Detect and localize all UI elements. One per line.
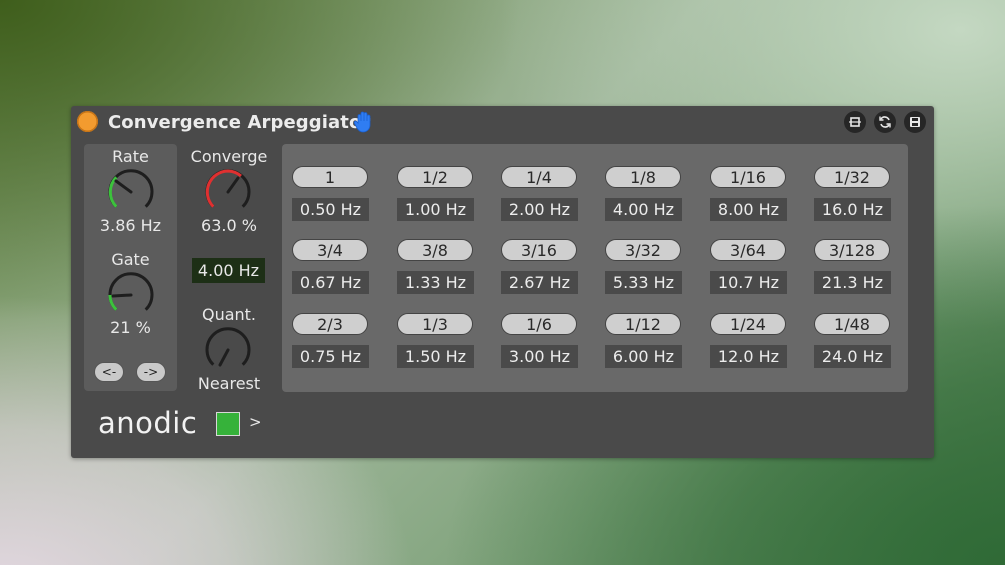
division-button[interactable]: 1/16 <box>710 166 786 188</box>
rate-label: Rate <box>112 147 149 166</box>
division-button[interactable]: 1/24 <box>710 313 786 335</box>
gate-label: Gate <box>111 250 150 269</box>
quant-value: Nearest <box>197 374 261 393</box>
next-button[interactable]: -> <box>136 362 166 382</box>
title-bar: Convergence Arpeggiator <box>71 106 934 140</box>
division-button[interactable]: 1/48 <box>814 313 890 335</box>
freeze-icon[interactable] <box>844 111 866 133</box>
division-hz-value: 12.0 Hz <box>710 345 787 368</box>
division-hz-value: 24.0 Hz <box>814 345 891 368</box>
division-hz-value: 1.50 Hz <box>397 345 474 368</box>
division-hz-value: 5.33 Hz <box>605 271 682 294</box>
division-hz-value: 1.00 Hz <box>397 198 474 221</box>
division-hz-value: 6.00 Hz <box>605 345 682 368</box>
division-button[interactable]: 1/2 <box>397 166 473 188</box>
save-icon[interactable] <box>904 111 926 133</box>
converge-label: Converge <box>190 147 268 166</box>
converge-knob[interactable] <box>204 168 252 216</box>
division-button[interactable]: 1/12 <box>605 313 681 335</box>
division-hz-value: 0.50 Hz <box>292 198 369 221</box>
anodic-logo: anodic <box>98 406 198 440</box>
device-power-button[interactable] <box>77 111 98 132</box>
division-hz-value: 10.7 Hz <box>710 271 787 294</box>
division-button[interactable]: 3/16 <box>501 239 577 261</box>
refresh-icon[interactable] <box>874 111 896 133</box>
division-button[interactable]: 2/3 <box>292 313 368 335</box>
division-hz-value: 2.00 Hz <box>501 198 578 221</box>
division-button[interactable]: 3/4 <box>292 239 368 261</box>
division-button[interactable]: 1/32 <box>814 166 890 188</box>
hand-icon[interactable] <box>353 110 375 134</box>
rate-knob[interactable] <box>107 168 155 216</box>
division-hz-value: 0.75 Hz <box>292 345 369 368</box>
converge-hz-display: 4.00 Hz <box>192 258 265 283</box>
division-button[interactable]: 1/3 <box>397 313 473 335</box>
division-button[interactable]: 3/128 <box>814 239 890 261</box>
gate-value: 21 % <box>110 318 151 337</box>
division-hz-value: 8.00 Hz <box>710 198 787 221</box>
division-button[interactable]: 1/4 <box>501 166 577 188</box>
division-button[interactable]: 1/6 <box>501 313 577 335</box>
more-button[interactable]: > <box>249 413 262 431</box>
rate-value: 3.86 Hz <box>99 216 162 235</box>
division-button[interactable]: 3/8 <box>397 239 473 261</box>
quant-knob[interactable] <box>204 326 252 374</box>
division-button[interactable]: 1/8 <box>605 166 681 188</box>
division-hz-value: 16.0 Hz <box>814 198 891 221</box>
converge-value: 63.0 % <box>201 216 257 235</box>
division-hz-value: 0.67 Hz <box>292 271 369 294</box>
division-hz-value: 3.00 Hz <box>501 345 578 368</box>
division-hz-value: 4.00 Hz <box>605 198 682 221</box>
gate-knob[interactable] <box>107 271 155 319</box>
device-window: Convergence Arpeggiator Rate 3.86 Hz Gat… <box>71 106 934 458</box>
device-title: Convergence Arpeggiator <box>108 112 371 133</box>
prev-button[interactable]: <- <box>94 362 124 382</box>
enable-toggle[interactable] <box>216 412 240 436</box>
division-button[interactable]: 1 <box>292 166 368 188</box>
division-hz-value: 1.33 Hz <box>397 271 474 294</box>
division-hz-value: 2.67 Hz <box>501 271 578 294</box>
rate-division-grid: 1 0.50 Hz 1/2 1.00 Hz 1/4 2.00 Hz 1/8 4.00 Hz 1/… <box>282 144 908 392</box>
quant-label: Quant. <box>201 305 257 324</box>
division-button[interactable]: 3/64 <box>710 239 786 261</box>
division-button[interactable]: 3/32 <box>605 239 681 261</box>
division-hz-value: 21.3 Hz <box>814 271 891 294</box>
rate-gate-panel: Rate 3.86 Hz Gate 21 % <- -> <box>84 144 177 391</box>
